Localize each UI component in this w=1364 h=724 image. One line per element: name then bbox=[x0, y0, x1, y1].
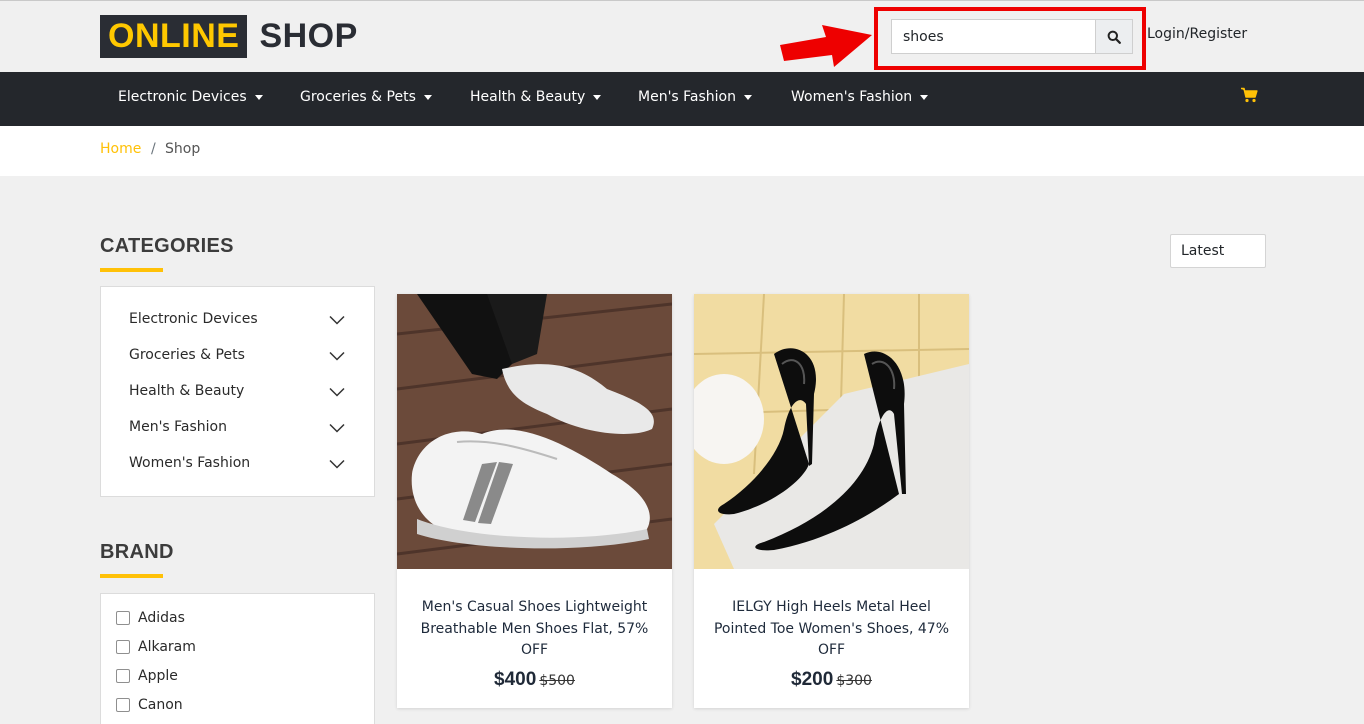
product-card[interactable]: Men's Casual Shoes Lightweight Breathabl… bbox=[397, 294, 672, 708]
product-title[interactable]: Men's Casual Shoes Lightweight Breathabl… bbox=[409, 597, 660, 662]
login-register-link[interactable]: Login/Register bbox=[1147, 26, 1247, 42]
top-header: ONLINE SHOP Login/Register bbox=[0, 0, 1364, 72]
product-price: $200 $300 bbox=[694, 669, 969, 691]
cart-icon[interactable] bbox=[1240, 87, 1258, 103]
product-title[interactable]: IELGY High Heels Metal Heel Pointed Toe … bbox=[706, 597, 957, 662]
nav-electronic-devices[interactable]: Electronic Devices bbox=[118, 89, 263, 105]
chevron-down-icon[interactable] bbox=[329, 423, 345, 433]
brand-checkbox[interactable] bbox=[116, 611, 130, 625]
brand-label: Adidas bbox=[138, 610, 185, 626]
chevron-down-icon[interactable] bbox=[329, 315, 345, 325]
site-logo[interactable]: ONLINE SHOP bbox=[100, 15, 358, 58]
product-card[interactable]: IELGY High Heels Metal Heel Pointed Toe … bbox=[694, 294, 969, 708]
product-price: $400 $500 bbox=[397, 669, 672, 691]
caret-down-icon bbox=[423, 94, 432, 100]
main-nav: Electronic Devices Groceries & Pets Heal… bbox=[0, 72, 1364, 126]
nav-womens-fashion[interactable]: Women's Fashion bbox=[791, 89, 929, 105]
categories-panel: Electronic Devices Groceries & Pets Heal… bbox=[100, 286, 375, 497]
price-current: $400 bbox=[494, 669, 537, 690]
brand-option-canon[interactable]: Canon bbox=[116, 697, 183, 713]
search-input[interactable] bbox=[891, 19, 1096, 54]
breadcrumb-home[interactable]: Home bbox=[100, 141, 141, 157]
brand-checkbox[interactable] bbox=[116, 669, 130, 683]
category-groceries-pets[interactable]: Groceries & Pets bbox=[129, 347, 245, 363]
category-womens-fashion[interactable]: Women's Fashion bbox=[129, 455, 250, 471]
brand-option-adidas[interactable]: Adidas bbox=[116, 610, 185, 626]
brand-underline bbox=[100, 574, 163, 578]
product-image-sneaker[interactable] bbox=[397, 294, 672, 569]
breadcrumb: Home / Shop bbox=[0, 126, 1364, 176]
nav-label: Health & Beauty bbox=[470, 89, 586, 105]
caret-down-icon bbox=[744, 94, 752, 100]
brand-checkbox[interactable] bbox=[116, 640, 130, 654]
nav-label: Groceries & Pets bbox=[300, 89, 416, 105]
brand-label: Alkaram bbox=[138, 639, 196, 655]
category-health-beauty[interactable]: Health & Beauty bbox=[129, 383, 244, 399]
caret-down-icon bbox=[254, 94, 263, 100]
nav-label: Electronic Devices bbox=[118, 89, 247, 105]
nav-label: Women's Fashion bbox=[791, 89, 913, 105]
brand-checkbox[interactable] bbox=[116, 698, 130, 712]
logo-highlight: ONLINE bbox=[100, 15, 248, 58]
nav-health-beauty[interactable]: Health & Beauty bbox=[470, 89, 602, 105]
price-original: $300 bbox=[836, 673, 872, 689]
category-electronic-devices[interactable]: Electronic Devices bbox=[129, 311, 258, 327]
chevron-down-icon[interactable] bbox=[329, 351, 345, 361]
chevron-down-icon[interactable] bbox=[329, 387, 345, 397]
brand-option-alkaram[interactable]: Alkaram bbox=[116, 639, 196, 655]
brand-option-apple[interactable]: Apple bbox=[116, 668, 178, 684]
price-current: $200 bbox=[791, 669, 834, 690]
chevron-down-icon[interactable] bbox=[329, 459, 345, 469]
categories-title: CATEGORIES bbox=[100, 235, 234, 257]
red-arrow-icon bbox=[780, 25, 872, 67]
caret-down-icon bbox=[920, 94, 929, 100]
nav-label: Men's Fashion bbox=[638, 89, 736, 105]
categories-underline bbox=[100, 268, 163, 272]
nav-mens-fashion[interactable]: Men's Fashion bbox=[638, 89, 752, 105]
search-icon bbox=[1107, 30, 1121, 44]
price-original: $500 bbox=[539, 673, 575, 689]
breadcrumb-current: Shop bbox=[165, 141, 201, 157]
brand-label: Canon bbox=[138, 697, 183, 713]
sort-select[interactable]: Latest bbox=[1170, 234, 1266, 268]
category-mens-fashion[interactable]: Men's Fashion bbox=[129, 419, 227, 435]
search-button[interactable] bbox=[1095, 19, 1133, 54]
breadcrumb-separator: / bbox=[151, 141, 156, 157]
product-image-high-heels[interactable] bbox=[694, 294, 969, 569]
caret-down-icon bbox=[593, 94, 602, 100]
brand-panel: Adidas Alkaram Apple Canon bbox=[100, 593, 375, 724]
brand-title: BRAND bbox=[100, 541, 174, 563]
brand-label: Apple bbox=[138, 668, 178, 684]
logo-text: SHOP bbox=[259, 17, 358, 55]
nav-groceries-pets[interactable]: Groceries & Pets bbox=[300, 89, 432, 105]
